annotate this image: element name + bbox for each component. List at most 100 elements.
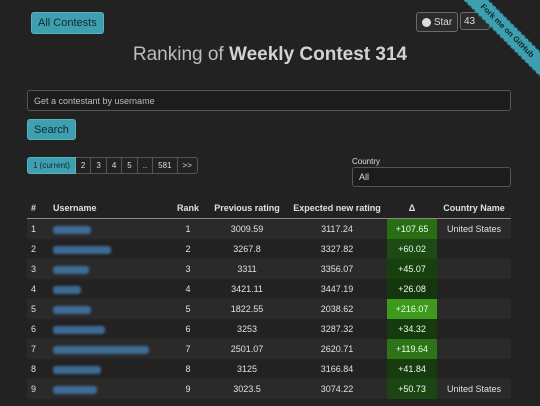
page-link[interactable]: 5	[122, 157, 138, 174]
row-previous-rating: 3311	[207, 259, 287, 279]
row-rank: 6	[169, 319, 207, 339]
row-username[interactable]	[49, 279, 169, 299]
row-country	[437, 299, 511, 319]
row-expected-rating: 3287.32	[287, 319, 387, 339]
fork-ribbon-label[interactable]: Fork me on GitHub	[454, 0, 540, 84]
row-username[interactable]	[49, 299, 169, 319]
row-country	[437, 239, 511, 259]
row-rank: 8	[169, 359, 207, 379]
username-link[interactable]	[53, 285, 81, 294]
page-link[interactable]: 4	[106, 157, 123, 174]
row-expected-rating: 3117.24	[287, 218, 387, 239]
table-row: 4 4 3421.11 3447.19 +26.08	[27, 279, 511, 299]
username-search-input[interactable]	[27, 90, 511, 111]
header-number: #	[27, 198, 49, 219]
row-rank: 3	[169, 259, 207, 279]
row-delta: +45.07	[387, 259, 437, 279]
row-delta: +50.73	[387, 379, 437, 399]
row-username[interactable]	[49, 259, 169, 279]
username-link[interactable]	[53, 225, 91, 234]
username-link[interactable]	[53, 325, 105, 334]
row-country	[437, 359, 511, 379]
row-username[interactable]	[49, 239, 169, 259]
row-number: 7	[27, 339, 49, 359]
row-previous-rating: 3023.5	[207, 379, 287, 399]
username-link[interactable]	[53, 245, 111, 254]
row-previous-rating: 3253	[207, 319, 287, 339]
row-expected-rating: 3356.07	[287, 259, 387, 279]
country-label: Country	[352, 157, 381, 166]
row-country	[437, 319, 511, 339]
row-delta: +60.02	[387, 239, 437, 259]
row-number: 3	[27, 259, 49, 279]
row-delta: +26.08	[387, 279, 437, 299]
all-contests-button[interactable]: All Contests	[31, 12, 104, 34]
table-row: 3 3 3311 3356.07 +45.07	[27, 259, 511, 279]
row-number: 6	[27, 319, 49, 339]
row-previous-rating: 3267.8	[207, 239, 287, 259]
username-link[interactable]	[53, 385, 97, 394]
row-rank: 7	[169, 339, 207, 359]
search-button[interactable]: Search	[27, 119, 76, 140]
row-username[interactable]	[49, 319, 169, 339]
table-row: 6 6 3253 3287.32 +34.32	[27, 319, 511, 339]
header-expected-rating: Expected new rating	[287, 198, 387, 219]
row-expected-rating: 2620.71	[287, 339, 387, 359]
row-number: 4	[27, 279, 49, 299]
row-expected-rating: 3447.19	[287, 279, 387, 299]
table-row: 9 9 3023.5 3074.22 +50.73 United States	[27, 379, 511, 399]
row-previous-rating: 2501.07	[207, 339, 287, 359]
country-select[interactable]: All	[352, 167, 511, 187]
page-link[interactable]: 1 (current)	[27, 157, 76, 174]
row-number: 5	[27, 299, 49, 319]
row-delta: +119.64	[387, 339, 437, 359]
ranking-table: # Username Rank Previous rating Expected…	[27, 198, 511, 399]
row-delta: +41.84	[387, 359, 437, 379]
username-link[interactable]	[53, 305, 91, 314]
row-number: 8	[27, 359, 49, 379]
row-number: 1	[27, 218, 49, 239]
row-delta: +216.07	[387, 299, 437, 319]
header-username: Username	[49, 198, 169, 219]
username-link[interactable]	[53, 345, 149, 354]
page-title: Ranking of Weekly Contest 314	[0, 44, 540, 66]
table-row: 5 5 1822.55 2038.62 +216.07	[27, 299, 511, 319]
page-title-prefix: Ranking of	[132, 44, 224, 65]
row-previous-rating: 1822.55	[207, 299, 287, 319]
row-country: United States	[437, 379, 511, 399]
page-link[interactable]: 3	[91, 157, 107, 174]
row-rank: 5	[169, 299, 207, 319]
row-previous-rating: 3125	[207, 359, 287, 379]
username-link[interactable]	[53, 365, 101, 374]
row-country: United States	[437, 218, 511, 239]
page-link[interactable]: ..	[137, 157, 154, 174]
row-country	[437, 339, 511, 359]
row-number: 9	[27, 379, 49, 399]
row-username[interactable]	[49, 218, 169, 239]
username-link[interactable]	[53, 265, 89, 274]
row-country	[437, 279, 511, 299]
pagination: 1 (current) 2 3 4 5.. 581 >>	[27, 157, 198, 174]
header-country: Country Name	[437, 198, 511, 219]
table-row: 7 7 2501.07 2620.71 +119.64	[27, 339, 511, 359]
row-previous-rating: 3009.59	[207, 218, 287, 239]
header-delta: Δ	[387, 198, 437, 219]
page-link[interactable]: >>	[177, 157, 198, 174]
row-delta: +34.32	[387, 319, 437, 339]
table-row: 2 2 3267.8 3327.82 +60.02	[27, 239, 511, 259]
page-link[interactable]: 2	[75, 157, 92, 174]
row-expected-rating: 3074.22	[287, 379, 387, 399]
table-header-row: # Username Rank Previous rating Expected…	[27, 198, 511, 219]
header-previous-rating: Previous rating	[207, 198, 287, 219]
row-rank: 4	[169, 279, 207, 299]
page-link[interactable]: 581	[153, 157, 178, 174]
row-username[interactable]	[49, 359, 169, 379]
row-username[interactable]	[49, 379, 169, 399]
row-previous-rating: 3421.11	[207, 279, 287, 299]
row-delta: +107.65	[387, 218, 437, 239]
page-title-contest: Weekly Contest 314	[229, 44, 408, 65]
header-rank: Rank	[169, 198, 207, 219]
row-expected-rating: 3327.82	[287, 239, 387, 259]
row-expected-rating: 2038.62	[287, 299, 387, 319]
row-username[interactable]	[49, 339, 169, 359]
